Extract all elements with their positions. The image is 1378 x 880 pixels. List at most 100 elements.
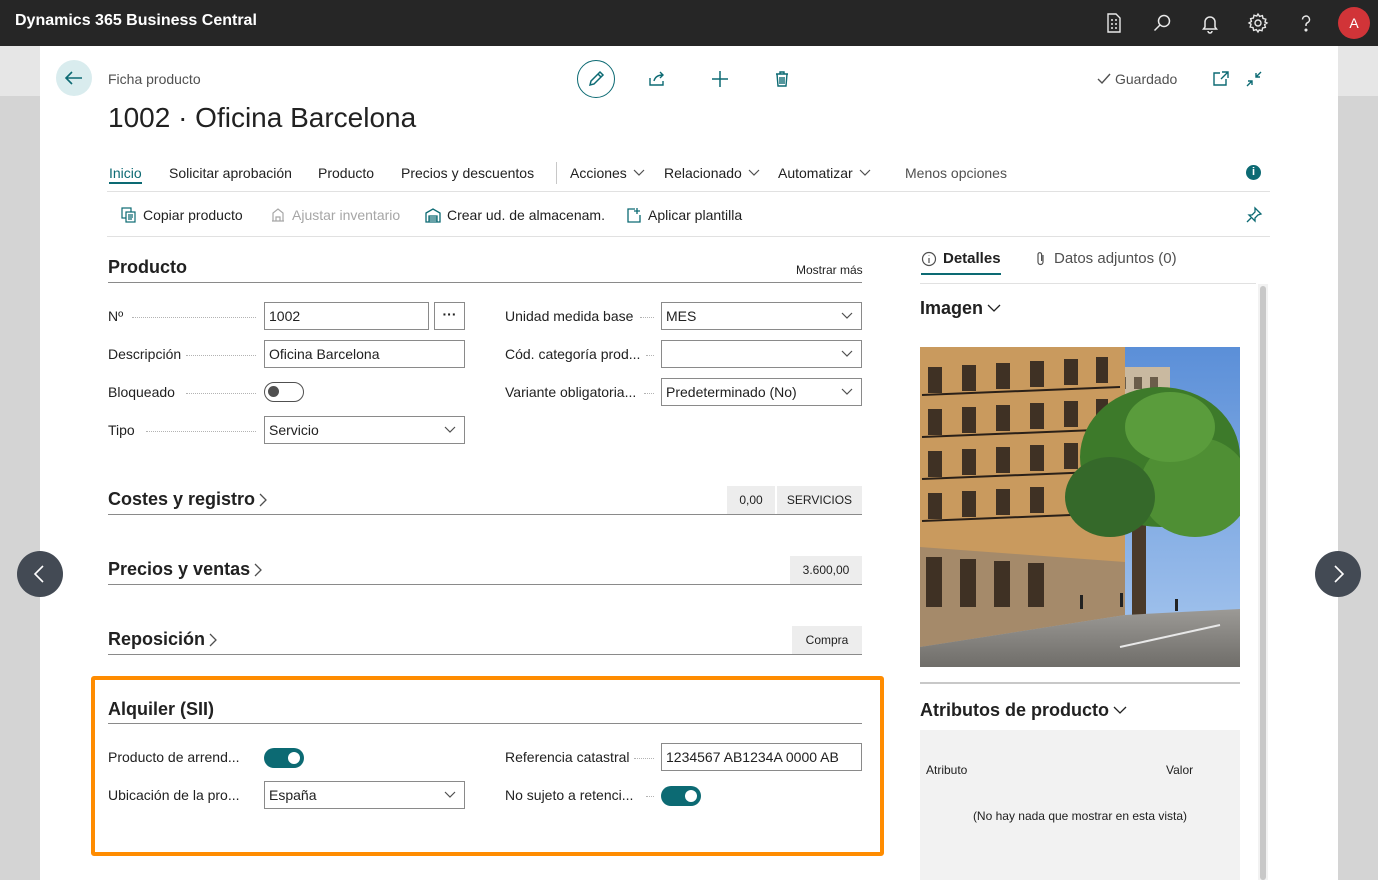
- info-circle-icon: [921, 251, 937, 266]
- bell-icon[interactable]: [1198, 11, 1222, 35]
- reposicion-badge: Compra: [792, 626, 862, 654]
- chevron-down-icon: [633, 169, 645, 176]
- pencil-icon: [588, 70, 605, 87]
- adjust-inventory-action[interactable]: Ajustar inventario: [270, 207, 400, 223]
- arrow-left-icon: [64, 71, 82, 85]
- tab-precios-descuentos[interactable]: Precios y descuentos: [401, 165, 534, 181]
- variante-select[interactable]: Predeterminado (No): [661, 378, 862, 406]
- chevron-down-icon: [841, 350, 853, 357]
- factbox-image-header[interactable]: Imagen: [920, 298, 1001, 319]
- section-divider: [108, 514, 862, 515]
- document-icon[interactable]: [1102, 11, 1126, 35]
- section-divider: [108, 654, 862, 655]
- page-caption: Ficha producto: [108, 71, 201, 87]
- referencia-field[interactable]: 1234567 AB1234A 0000 AB: [661, 743, 862, 771]
- ubicacion-value: España: [269, 787, 317, 803]
- ubicacion-select[interactable]: España: [264, 781, 465, 809]
- field-dots: [646, 796, 654, 797]
- attr-col-atributo: Atributo: [926, 763, 968, 777]
- factbox-attributes-header[interactable]: Atributos de producto: [920, 700, 1127, 721]
- delete-icon[interactable]: [772, 69, 792, 89]
- adjust-inventory-label: Ajustar inventario: [292, 207, 401, 223]
- variante-value: Predeterminado (No): [666, 384, 797, 400]
- actions-divider-line: [107, 236, 1270, 237]
- tab-solicitar-aprobacion[interactable]: Solicitar aprobación: [169, 165, 292, 181]
- add-icon[interactable]: [710, 69, 730, 89]
- product-image[interactable]: [920, 347, 1240, 667]
- field-label-tipo: Tipo: [108, 422, 135, 438]
- descripcion-field[interactable]: Oficina Barcelona: [264, 340, 465, 368]
- share-icon[interactable]: [647, 69, 667, 89]
- section-divider: [108, 723, 862, 724]
- search-icon[interactable]: [1150, 11, 1174, 35]
- menu-relacionado[interactable]: Relacionado: [664, 165, 760, 181]
- back-button[interactable]: [56, 60, 92, 96]
- menu-automatizar[interactable]: Automatizar: [778, 165, 871, 181]
- edit-button[interactable]: [577, 60, 615, 98]
- no-sujeto-toggle[interactable]: [661, 786, 701, 806]
- bloqueado-toggle[interactable]: [264, 382, 304, 402]
- arrendamiento-toggle[interactable]: [264, 748, 304, 768]
- factbox-attributes-title: Atributos de producto: [920, 700, 1109, 720]
- info-icon[interactable]: i: [1246, 165, 1261, 180]
- open-new-window-icon[interactable]: [1212, 70, 1232, 90]
- chevron-down-icon: [444, 791, 456, 798]
- menu-acciones[interactable]: Acciones: [570, 165, 645, 181]
- field-label-categoria: Cód. categoría prod...: [505, 346, 641, 362]
- field-label-variante: Variante obligatoria...: [505, 384, 637, 400]
- pin-icon[interactable]: [1245, 206, 1263, 224]
- less-options-button[interactable]: Menos opciones: [905, 165, 1007, 181]
- section-title-precios: Precios y ventas: [108, 559, 251, 579]
- section-precios-header[interactable]: Precios y ventas: [108, 559, 263, 580]
- field-label-ubicacion: Ubicación de la pro...: [108, 787, 240, 803]
- previous-record-button[interactable]: [17, 551, 63, 597]
- section-divider: [108, 584, 862, 585]
- field-dots: [640, 317, 654, 318]
- create-sku-action[interactable]: Crear ud. de almacenam.: [425, 207, 605, 223]
- menu-relacionado-label: Relacionado: [664, 165, 742, 181]
- field-dots: [634, 758, 654, 759]
- costes-badge-cost: 0,00: [727, 486, 775, 514]
- top-bar: Dynamics 365 Business Central A: [0, 0, 1378, 46]
- chevron-down-icon: [841, 312, 853, 319]
- next-record-button[interactable]: [1315, 551, 1361, 597]
- factbox-scrollbar[interactable]: [1258, 284, 1268, 880]
- warehouse-icon: [425, 208, 441, 223]
- field-label-arrendamiento: Producto de arrend...: [108, 749, 240, 765]
- tab-producto[interactable]: Producto: [318, 165, 374, 181]
- show-more-link[interactable]: Mostrar más: [796, 263, 863, 277]
- nav-divider: [556, 162, 557, 184]
- chevron-right-icon: [259, 493, 267, 506]
- field-dots: [146, 431, 256, 432]
- help-icon[interactable]: [1294, 11, 1318, 35]
- factbox-tab-details[interactable]: Detalles: [921, 250, 1001, 275]
- nav-divider-line: [107, 191, 1270, 192]
- field-dots: [186, 355, 256, 356]
- lookup-button[interactable]: ···: [434, 302, 465, 330]
- section-title-costes: Costes y registro: [108, 489, 256, 509]
- categoria-select[interactable]: [661, 340, 862, 368]
- copy-product-action[interactable]: Copiar producto: [121, 207, 243, 223]
- section-costes-header[interactable]: Costes y registro: [108, 489, 267, 510]
- section-reposicion-header[interactable]: Reposición: [108, 629, 217, 650]
- factbox-divider: [920, 283, 1256, 284]
- factbox-tab-attachments[interactable]: Datos adjuntos (0): [1034, 250, 1177, 267]
- chevron-down-icon: [859, 169, 871, 176]
- tipo-select[interactable]: Servicio: [264, 416, 465, 444]
- factbox-tab-attachments-label: Datos adjuntos (0): [1054, 250, 1177, 267]
- no-field[interactable]: 1002: [264, 302, 429, 330]
- tipo-value: Servicio: [269, 422, 319, 438]
- collapse-icon[interactable]: [1245, 70, 1265, 90]
- uom-select[interactable]: MES: [661, 302, 862, 330]
- app-title: Dynamics 365 Business Central: [15, 12, 257, 29]
- apply-template-action[interactable]: Aplicar plantilla: [626, 207, 742, 223]
- menu-acciones-label: Acciones: [570, 165, 627, 181]
- factbox-tab-details-label: Detalles: [943, 250, 1001, 267]
- chevron-down-icon: [841, 388, 853, 395]
- avatar[interactable]: A: [1338, 7, 1370, 39]
- create-sku-label: Crear ud. de almacenam.: [447, 207, 605, 223]
- copy-product-label: Copiar producto: [143, 207, 243, 223]
- gear-icon[interactable]: [1246, 11, 1270, 35]
- tab-inicio[interactable]: Inicio: [109, 165, 142, 184]
- template-icon: [627, 208, 641, 223]
